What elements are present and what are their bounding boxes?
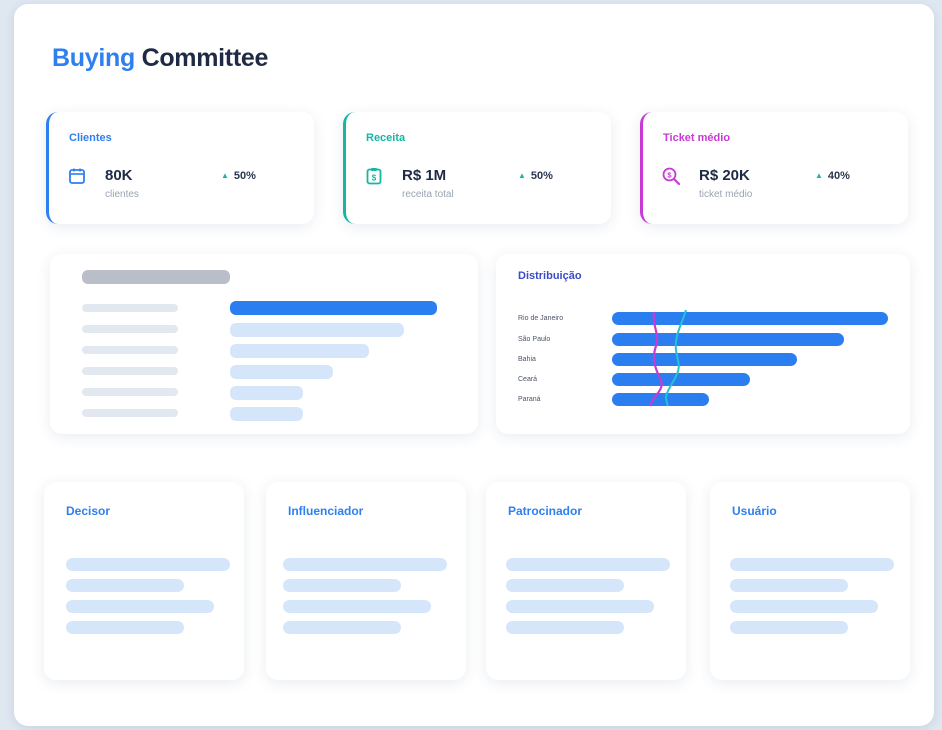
distribution-label: Ceará xyxy=(518,376,538,383)
skeleton-line xyxy=(66,621,184,634)
skeleton-bar xyxy=(230,386,303,400)
kpi-label: Clientes xyxy=(69,132,112,144)
skeleton-line xyxy=(506,621,624,634)
kpi-trend-value: 50% xyxy=(233,170,256,182)
page-title: Buying Committee xyxy=(52,44,268,73)
skeleton-bar xyxy=(230,365,333,379)
role-title: Decisor xyxy=(66,504,111,518)
skeleton-line xyxy=(66,600,214,613)
role-title: Patrocinador xyxy=(508,504,583,518)
skeleton-label xyxy=(82,304,178,312)
kpi-subtitle: clientes xyxy=(105,189,139,200)
svg-text:$: $ xyxy=(372,174,377,183)
distribution-bar xyxy=(612,312,888,325)
skeleton-bar xyxy=(230,407,303,421)
distribution-bar xyxy=(612,333,844,346)
kpi-subtitle: ticket médio xyxy=(699,189,753,200)
skeleton-line xyxy=(730,600,878,613)
role-card-decisor[interactable]: Decisor xyxy=(44,482,244,680)
distribution-label: Rio de Janeiro xyxy=(518,315,564,322)
kpi-card-ticket-medio[interactable]: Ticket médio $ R$ 20K ticket médio ▲ 40% xyxy=(640,112,908,224)
trend-up-icon: ▲ xyxy=(221,171,229,180)
kpi-label: Receita xyxy=(366,132,406,144)
skeleton-line xyxy=(66,579,184,592)
dashboard-window: Buying Committee Clientes 80K clientes ▲… xyxy=(14,4,934,726)
role-card-influenciador[interactable]: Influenciador xyxy=(266,482,466,680)
kpi-value: R$ 20K xyxy=(699,167,750,184)
skeleton-bar xyxy=(230,323,404,337)
skeleton-label xyxy=(82,325,178,333)
kpi-trend: ▲ 40% xyxy=(815,170,850,182)
kpi-value: 80K xyxy=(105,167,133,184)
skeleton-label xyxy=(82,409,178,417)
skeleton-line xyxy=(506,579,624,592)
kpi-subtitle: receita total xyxy=(402,189,454,200)
skeleton-chart-card xyxy=(50,254,478,434)
skeleton-label xyxy=(82,388,178,396)
distribution-bar xyxy=(612,353,797,366)
skeleton-line xyxy=(66,558,230,571)
skeleton-line xyxy=(283,558,447,571)
skeleton-line xyxy=(730,579,848,592)
kpi-card-clientes[interactable]: Clientes 80K clientes ▲ 50% xyxy=(46,112,314,224)
skeleton-label xyxy=(82,367,178,375)
kpi-card-receita[interactable]: Receita $ R$ 1M receita total ▲ 50% xyxy=(343,112,611,224)
search-dollar-icon: $ xyxy=(662,167,681,186)
skeleton-bar xyxy=(230,301,437,315)
page-title-accent: Buying xyxy=(52,44,135,72)
trend-up-icon: ▲ xyxy=(815,171,823,180)
skeleton-line xyxy=(283,621,401,634)
distribution-bar xyxy=(612,373,750,386)
trend-up-icon: ▲ xyxy=(518,171,526,180)
kpi-trend: ▲ 50% xyxy=(221,170,256,182)
skeleton-line xyxy=(730,558,894,571)
kpi-trend-value: 50% xyxy=(530,170,553,182)
skeleton-bar xyxy=(230,344,369,358)
distribution-card: Distribuição Rio de Janeiro São Paulo Ba… xyxy=(496,254,910,434)
skeleton-label xyxy=(82,346,178,354)
kpi-trend: ▲ 50% xyxy=(518,170,553,182)
distribution-label: São Paulo xyxy=(518,336,551,343)
distribution-label: Paraná xyxy=(518,396,541,403)
skeleton-line xyxy=(283,600,431,613)
role-card-usuario[interactable]: Usuário xyxy=(710,482,910,680)
page-title-rest: Committee xyxy=(141,44,269,72)
skeleton-title xyxy=(82,270,230,284)
svg-text:$: $ xyxy=(667,171,672,180)
distribution-title: Distribuição xyxy=(518,270,582,282)
kpi-label: Ticket médio xyxy=(663,132,731,144)
skeleton-line xyxy=(506,558,670,571)
role-title: Influenciador xyxy=(288,504,364,518)
skeleton-line xyxy=(506,600,654,613)
role-card-patrocinador[interactable]: Patrocinador xyxy=(486,482,686,680)
distribution-label: Bahia xyxy=(518,356,536,363)
clipboard-dollar-icon: $ xyxy=(366,168,382,185)
skeleton-line xyxy=(283,579,401,592)
kpi-value: R$ 1M xyxy=(402,167,447,184)
role-title: Usuário xyxy=(732,504,777,518)
calendar-icon xyxy=(69,168,85,184)
distribution-bar xyxy=(612,393,709,406)
kpi-trend-value: 40% xyxy=(827,170,850,182)
skeleton-line xyxy=(730,621,848,634)
